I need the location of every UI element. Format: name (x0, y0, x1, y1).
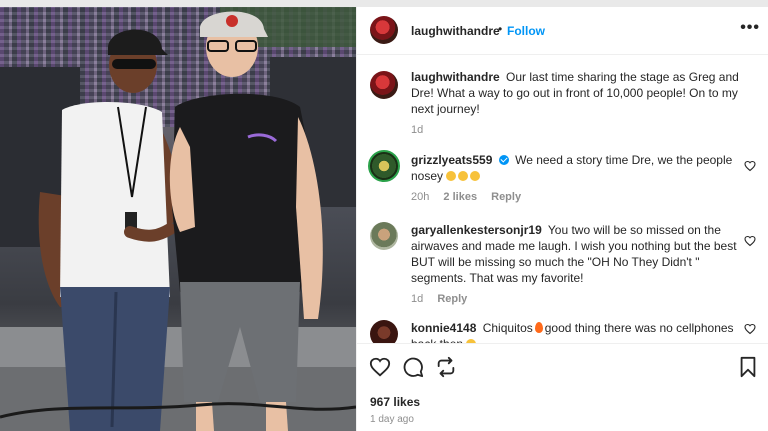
laughing-emoji-icon (470, 171, 481, 181)
comment-body: grizzlyeats559 We need a story time Dre,… (411, 152, 741, 205)
person-right (169, 11, 323, 431)
author-avatar[interactable] (370, 16, 398, 44)
commenter-avatar[interactable] (368, 150, 400, 182)
post-timestamp[interactable]: 1 day ago (370, 414, 414, 425)
post-actions-bar: 967 likes 1 day ago (357, 343, 768, 431)
comment-time[interactable]: 1d (411, 293, 423, 305)
comment-item: konnie4148 Chiquitos good thing there was… (357, 320, 768, 343)
people-illustration (0, 11, 356, 431)
fire-emoji-icon (534, 322, 543, 333)
like-heart-icon[interactable] (369, 356, 391, 378)
post-header: laughwithandre • Follow ••• (357, 7, 768, 55)
caption-meta: 1d (411, 122, 756, 138)
laughing-emoji-icon (446, 171, 457, 181)
comment-meta: 1d Reply (411, 291, 741, 307)
comment-body: garyallenkestersonjr19 You two will be s… (411, 222, 741, 307)
comment-username[interactable]: garyallenkestersonjr19 (411, 223, 542, 237)
post-photo[interactable] (0, 7, 356, 431)
more-options-icon[interactable]: ••• (740, 19, 760, 37)
author-username[interactable]: laughwithandre (411, 24, 500, 38)
like-comment-heart-icon[interactable] (744, 323, 756, 335)
caption-username[interactable]: laughwithandre (411, 70, 500, 84)
caption-time[interactable]: 1d (411, 124, 423, 136)
like-comment-heart-icon[interactable] (744, 235, 756, 247)
comment-username[interactable]: grizzlyeats559 (411, 153, 492, 167)
commenter-avatar[interactable] (370, 320, 398, 343)
verified-icon (498, 155, 509, 165)
laughing-emoji-icon (458, 171, 469, 181)
person-left (38, 29, 180, 431)
comment-time[interactable]: 20h (411, 191, 429, 203)
reply-button[interactable]: Reply (491, 191, 521, 203)
like-count[interactable]: 967 likes (370, 395, 420, 409)
comment-text: Chiquitos (482, 321, 533, 335)
bookmark-icon[interactable] (737, 356, 759, 378)
browser-top-strip (0, 0, 768, 7)
like-comment-heart-icon[interactable] (744, 160, 756, 172)
follow-button[interactable]: Follow (507, 24, 545, 38)
comment-bubble-icon[interactable] (402, 356, 424, 378)
post-sidebar: laughwithandre • Follow ••• laughwithand… (356, 7, 768, 431)
separator-dot: • (498, 22, 503, 36)
repost-icon[interactable] (435, 356, 457, 378)
caption-avatar[interactable] (370, 71, 398, 99)
comment-username[interactable]: konnie4148 (411, 321, 476, 335)
comment-likes[interactable]: 2 likes (443, 191, 477, 203)
reply-button[interactable]: Reply (437, 293, 467, 305)
caption-body: laughwithandre Our last time sharing the… (411, 69, 756, 138)
commenter-avatar[interactable] (370, 222, 398, 250)
comment-body: konnie4148 Chiquitos good thing there was… (411, 320, 741, 343)
comment-meta: 20h 2 likes Reply (411, 189, 741, 205)
